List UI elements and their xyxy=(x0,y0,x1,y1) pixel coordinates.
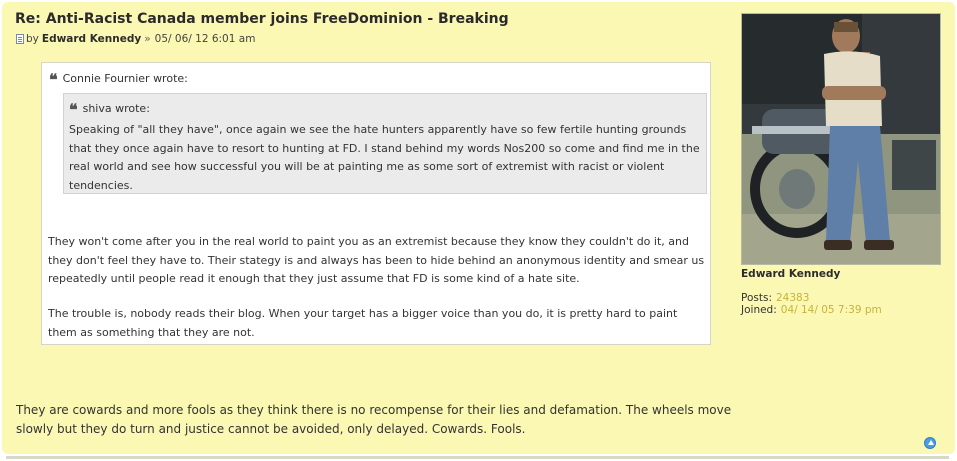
byline-separator: » xyxy=(144,33,151,45)
quote-paragraph-2: The trouble is, nobody reads their blog.… xyxy=(48,307,678,339)
profile-joined: Joined: 04/ 14/ 05 7:39 pm xyxy=(741,304,882,316)
quote-cite-inner: ❝ shiva wrote: xyxy=(69,100,150,119)
post-body: They are cowards and more fools as they … xyxy=(16,403,732,436)
post-icon[interactable] xyxy=(16,34,24,44)
quote-block-outer: ❝ Connie Fournier wrote: ❝ shiva wrote: Sp… xyxy=(41,62,711,345)
quote-paragraph-1: They won't come after you in the real wo… xyxy=(48,235,705,286)
by-label: by xyxy=(26,33,39,45)
post-title[interactable]: Re: Anti-Racist Canada member joins Free… xyxy=(15,11,509,27)
quote-inner-text: Speaking of "all they have", once again … xyxy=(69,123,700,192)
profile-joined-value: 04/ 14/ 05 7:39 pm xyxy=(780,304,882,316)
avatar-image xyxy=(742,14,940,264)
profile-joined-label: Joined: xyxy=(741,304,777,316)
quote-cite-outer: ❝ Connie Fournier wrote: xyxy=(49,70,188,89)
profile-username[interactable]: Edward Kennedy xyxy=(741,268,840,280)
quote-cite-outer-text: Connie Fournier wrote: xyxy=(62,72,188,85)
divider xyxy=(6,456,949,459)
back-to-top-icon[interactable] xyxy=(924,437,936,449)
profile-posts-label: Posts: xyxy=(741,292,772,304)
profile-posts: Posts: 24383 xyxy=(741,292,809,304)
quote-icon: ❝ xyxy=(69,100,78,119)
post-byline: by Edward Kennedy » 05/ 06/ 12 6:01 am xyxy=(16,33,255,45)
quote-icon: ❝ xyxy=(49,70,58,89)
post-date: 05/ 06/ 12 6:01 am xyxy=(154,33,256,45)
profile-posts-value: 24383 xyxy=(775,292,810,304)
quote-cite-inner-text: shiva wrote: xyxy=(82,102,150,115)
author-link[interactable]: Edward Kennedy xyxy=(42,33,141,45)
quote-block-inner: ❝ shiva wrote: Speaking of "all they have… xyxy=(63,93,707,194)
avatar xyxy=(741,13,941,265)
